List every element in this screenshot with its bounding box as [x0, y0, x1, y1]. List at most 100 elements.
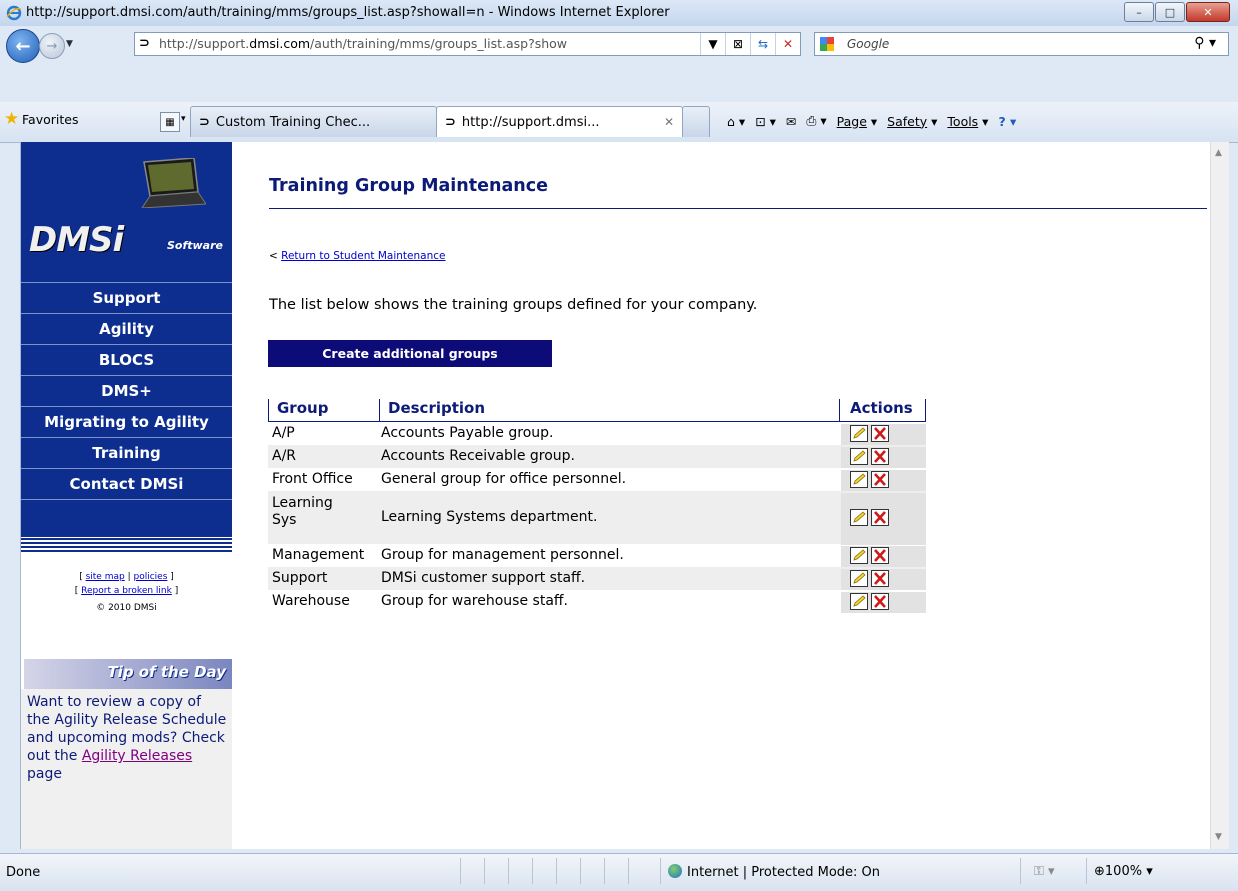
page-content: DMSi Software Support Agility BLOCS DMS+…: [20, 142, 1211, 849]
actions-cell: [841, 447, 926, 468]
minimize-button[interactable]: –: [1124, 2, 1154, 22]
tab-support-dmsi[interactable]: ⊃ http://support.dmsi... ✕: [436, 106, 683, 137]
site-map-link[interactable]: site map: [86, 572, 125, 582]
table-row: Support DMSi customer support staff.: [268, 567, 926, 590]
back-button[interactable]: ←: [6, 29, 40, 63]
sidebar-item-training[interactable]: Training: [21, 437, 232, 468]
edit-pencil-icon[interactable]: [850, 425, 868, 442]
group-cell: Warehouse: [272, 593, 350, 609]
copyright: © 2010 DMSi: [96, 603, 157, 613]
column-header-group: Group: [268, 399, 378, 421]
laptop-icon: [141, 158, 206, 208]
group-cell: Learning Sys: [272, 495, 333, 528]
delete-x-icon[interactable]: [871, 593, 889, 610]
site-favicon-icon: ⊃: [139, 36, 150, 51]
print-icon[interactable]: ⎙ ▾: [806, 113, 826, 129]
refresh-icon[interactable]: ⇆: [750, 33, 775, 55]
delete-x-icon[interactable]: [871, 425, 889, 442]
sidebar-item-blocs[interactable]: BLOCS: [21, 344, 232, 375]
description-cell: Learning Systems department.: [381, 509, 598, 525]
maximize-button[interactable]: □: [1155, 2, 1185, 22]
search-box[interactable]: Google ⚲ ▾: [814, 32, 1229, 56]
google-logo-icon: [820, 37, 834, 51]
recent-pages-dropdown-icon[interactable]: ▼: [66, 39, 73, 49]
edit-pencil-icon[interactable]: [850, 448, 868, 465]
edit-pencil-icon[interactable]: [850, 471, 868, 488]
page-menu[interactable]: Page ▾: [837, 114, 878, 129]
tip-of-the-day: Want to review a copy of the Agility Rel…: [21, 689, 232, 849]
favorites-button[interactable]: Favorites: [22, 112, 78, 127]
address-bar[interactable]: ⊃ http://support.dmsi.com/auth/training/…: [134, 32, 801, 56]
home-icon[interactable]: ⌂ ▾: [727, 114, 745, 129]
table-row: Front Office General group for office pe…: [268, 468, 926, 491]
group-cell: Management: [272, 547, 365, 563]
safety-menu[interactable]: Safety ▾: [887, 114, 937, 129]
delete-x-icon[interactable]: [871, 509, 889, 526]
tab-list-dropdown-icon[interactable]: ▾: [181, 114, 186, 124]
sidebar-item-support[interactable]: Support: [21, 282, 232, 313]
actions-cell: [841, 493, 926, 545]
left-sidebar: DMSi Software Support Agility BLOCS DMS+…: [21, 142, 232, 849]
dmsi-logo[interactable]: DMSi Software: [21, 142, 232, 282]
policies-link[interactable]: policies: [133, 572, 167, 582]
protected-mode-icon[interactable]: ⚿ ▾: [1034, 864, 1055, 879]
forward-button[interactable]: →: [39, 33, 65, 59]
close-window-button[interactable]: ✕: [1186, 2, 1230, 22]
title-divider: [269, 208, 1207, 209]
column-header-actions: Actions: [839, 399, 926, 421]
zoom-level[interactable]: ⊕100% ▾: [1094, 864, 1153, 879]
quick-tabs-icon[interactable]: ▦: [160, 112, 180, 132]
tools-menu[interactable]: Tools ▾: [947, 114, 988, 129]
report-broken-link[interactable]: Report a broken link: [81, 586, 172, 596]
table-row: Learning Sys Learning Systems department…: [268, 491, 926, 545]
sidebar-item-dms-plus[interactable]: DMS+: [21, 375, 232, 406]
help-icon[interactable]: ? ▾: [998, 114, 1016, 129]
actions-cell: [841, 546, 926, 567]
window-title: http://support.dmsi.com/auth/training/mm…: [26, 5, 670, 20]
tip-text: Want to review a copy of the Agility Rel…: [27, 694, 227, 782]
delete-x-icon[interactable]: [871, 448, 889, 465]
status-text: Done: [6, 865, 41, 880]
scroll-up-icon[interactable]: ▲: [1215, 148, 1222, 158]
site-favicon-icon: ⊃: [445, 114, 456, 130]
group-cell: A/P: [272, 425, 295, 441]
logo-subtext: Software: [167, 239, 223, 252]
group-cell: Support: [272, 570, 328, 586]
compatibility-view-icon[interactable]: ⊠: [725, 33, 750, 55]
sidebar-item-agility[interactable]: Agility: [21, 313, 232, 344]
security-zone[interactable]: Internet | Protected Mode: On: [668, 864, 880, 880]
scroll-down-icon[interactable]: ▼: [1215, 832, 1222, 842]
description-cell: Group for warehouse staff.: [381, 593, 568, 609]
return-link-container: < Return to Student Maintenance: [269, 250, 446, 262]
table-header: Group Description Actions: [268, 396, 926, 422]
new-tab-button[interactable]: [682, 106, 710, 137]
table-row: A/P Accounts Payable group.: [268, 422, 926, 445]
edit-pencil-icon[interactable]: [850, 570, 868, 587]
feeds-icon[interactable]: ⊡ ▾: [755, 114, 776, 129]
address-url[interactable]: http://support.dmsi.com/auth/training/mm…: [159, 36, 567, 51]
search-icon[interactable]: ⚲ ▾: [1194, 35, 1216, 51]
stop-icon[interactable]: ✕: [775, 33, 800, 55]
ie-logo-icon: [6, 5, 22, 21]
sidebar-divider: [21, 538, 232, 556]
agility-releases-link[interactable]: Agility Releases: [82, 748, 192, 764]
return-to-student-maintenance-link[interactable]: Return to Student Maintenance: [281, 250, 445, 262]
edit-pencil-icon[interactable]: [850, 593, 868, 610]
create-groups-button[interactable]: Create additional groups: [268, 340, 552, 367]
edit-pencil-icon[interactable]: [850, 547, 868, 564]
address-dropdown-icon[interactable]: ▼: [700, 33, 725, 55]
mail-icon[interactable]: ✉: [786, 114, 796, 129]
group-cell: Front Office: [272, 471, 353, 487]
delete-x-icon[interactable]: [871, 570, 889, 587]
delete-x-icon[interactable]: [871, 471, 889, 488]
vertical-scrollbar[interactable]: ▲ ▼: [1210, 142, 1229, 849]
sidebar-item-migrating[interactable]: Migrating to Agility: [21, 406, 232, 437]
sidebar-footer: [ site map | policies ] [ Report a broke…: [21, 570, 232, 615]
delete-x-icon[interactable]: [871, 547, 889, 564]
tab-custom-training[interactable]: ⊃ Custom Training Chec...: [190, 106, 437, 137]
edit-pencil-icon[interactable]: [850, 509, 868, 526]
group-cell: A/R: [272, 448, 297, 464]
close-tab-icon[interactable]: ✕: [664, 115, 674, 129]
sidebar-item-contact[interactable]: Contact DMSi: [21, 468, 232, 499]
sidebar-spacer: [21, 499, 232, 537]
